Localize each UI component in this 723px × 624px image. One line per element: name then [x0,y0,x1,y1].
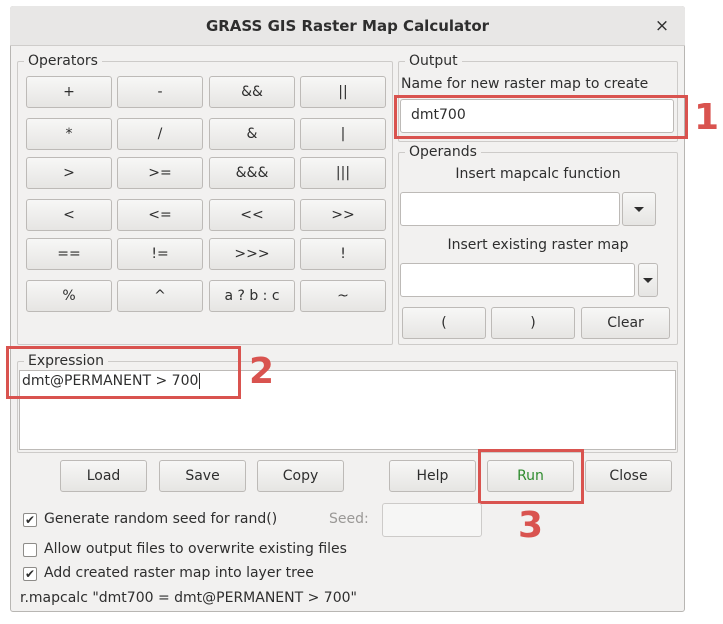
mapcalc-function-label: Insert mapcalc function [455,166,621,182]
chevron-down-icon [634,207,644,212]
seed-input[interactable] [382,503,482,537]
annotation-number-2: 2 [249,351,275,392]
add-to-layer-tree-checkbox[interactable]: ✔ [23,567,37,581]
operands-legend: Operands [405,143,481,161]
operator-button-bitwise-or[interactable]: | [300,118,386,150]
annotation-box-3 [478,449,584,504]
operator-button-minus[interactable]: - [117,76,203,108]
raster-map-combobox[interactable] [400,263,635,297]
operator-button-unsigned-shift-right[interactable]: >>> [209,238,295,270]
operator-button-equal[interactable]: == [26,238,112,270]
operators-legend: Operators [24,52,102,70]
overwrite-label: Allow output files to overwrite existing… [44,541,347,557]
operator-button-conditional[interactable]: a ? b : c [209,280,295,312]
operator-button-not-equal[interactable]: != [117,238,203,270]
operator-button-or-ignore-null[interactable]: ||| [300,157,386,189]
operator-button-not[interactable]: ! [300,238,386,270]
operator-button-logical-and[interactable]: && [209,76,295,108]
operator-button-modulo[interactable]: % [26,280,112,312]
close-button[interactable]: Close [585,460,672,492]
output-legend: Output [405,52,462,70]
annotation-box-2 [6,346,241,399]
save-button[interactable]: Save [159,460,246,492]
command-preview: r.mapcalc "dmt700 = dmt@PERMANENT > 700" [20,590,357,606]
close-paren-button[interactable]: ) [491,307,575,339]
chevron-down-icon [643,278,653,283]
raster-map-label: Insert existing raster map [447,237,629,253]
random-seed-label: Generate random seed for rand() [44,511,278,527]
operator-button-divide[interactable]: / [117,118,203,150]
operator-button-bitwise-not[interactable]: ~ [300,280,386,312]
overwrite-checkbox[interactable] [23,543,37,557]
operator-button-shift-left[interactable]: << [209,199,295,231]
close-window-icon[interactable]: × [648,12,676,40]
copy-button[interactable]: Copy [257,460,344,492]
operator-button-less-equal[interactable]: <= [117,199,203,231]
annotation-number-3: 3 [518,505,544,546]
clear-button[interactable]: Clear [581,307,670,339]
operator-button-power[interactable]: ^ [117,280,203,312]
random-seed-checkbox[interactable]: ✔ [23,513,37,527]
open-paren-button[interactable]: ( [402,307,486,339]
mapcalc-function-select[interactable] [400,192,620,226]
operator-button-plus[interactable]: + [26,76,112,108]
output-name-label: Name for new raster map to create [401,76,649,92]
operator-button-greater-equal[interactable]: >= [117,157,203,189]
operator-button-bitwise-and[interactable]: & [209,118,295,150]
operator-button-greater[interactable]: > [26,157,112,189]
annotation-box-1 [394,95,688,139]
operator-button-logical-or[interactable]: || [300,76,386,108]
help-button[interactable]: Help [389,460,476,492]
window-title: GRASS GIS Raster Map Calculator [205,17,490,35]
seed-label: Seed: [329,511,369,527]
operator-button-less[interactable]: < [26,199,112,231]
operator-button-shift-right[interactable]: >> [300,199,386,231]
operator-button-multiply[interactable]: * [26,118,112,150]
add-to-layer-tree-label: Add created raster map into layer tree [44,565,314,581]
annotation-number-1: 1 [694,97,720,138]
load-button[interactable]: Load [60,460,147,492]
operator-button-and-ignore-null[interactable]: &&& [209,157,295,189]
